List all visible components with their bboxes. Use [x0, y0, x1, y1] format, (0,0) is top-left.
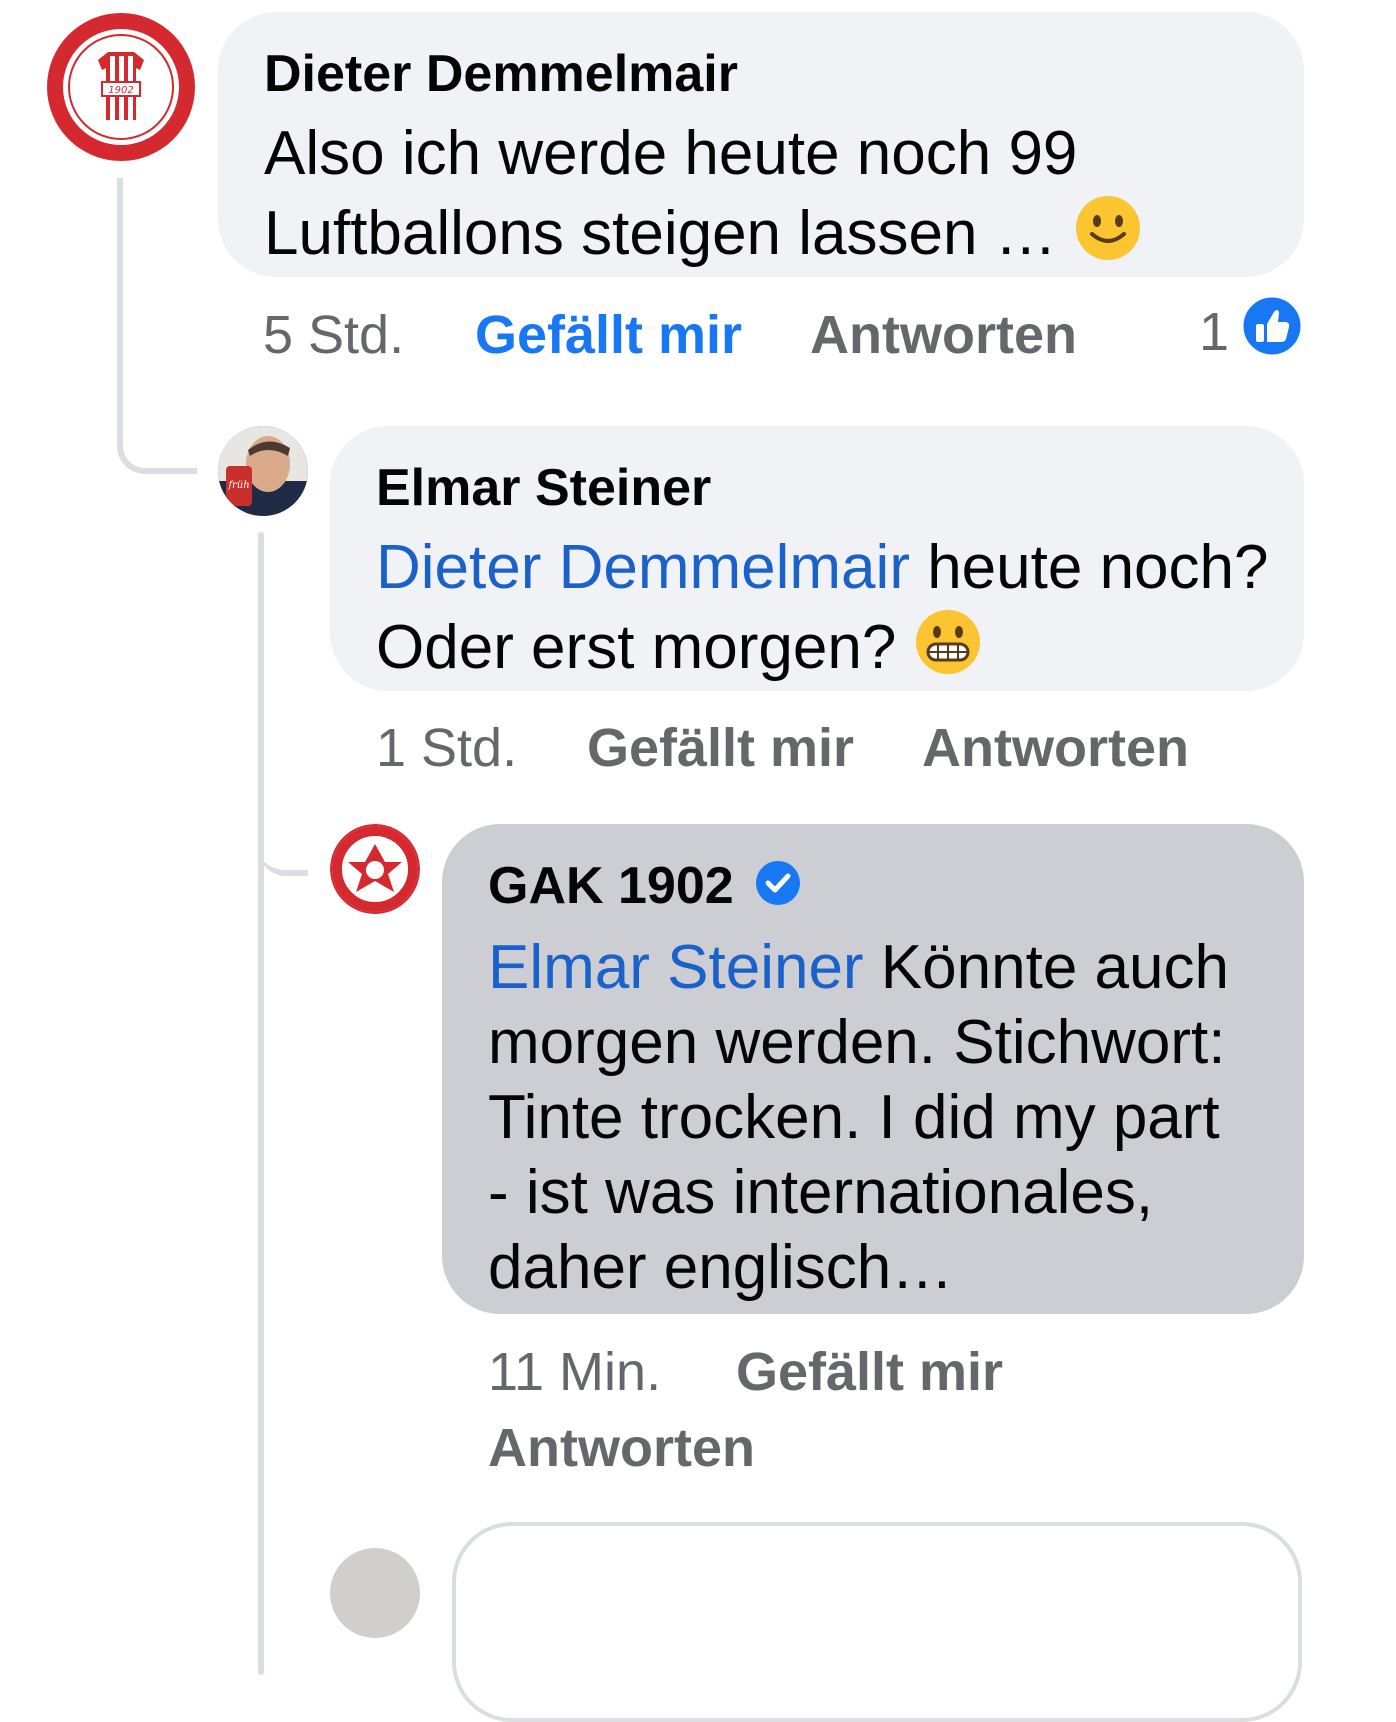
- comment-bubble: Elmar Steiner Dieter Demmelmair heute no…: [330, 426, 1304, 691]
- comment-text: Elmar Steiner Könnte auch morgen werden.…: [488, 933, 1229, 1302]
- comment-author[interactable]: GAK 1902: [488, 854, 1304, 922]
- comment-time[interactable]: 11 Min.: [488, 1342, 661, 1402]
- user-photo-icon: früh: [218, 426, 308, 516]
- like-button[interactable]: Gefällt mir: [736, 1342, 1003, 1402]
- reply-button[interactable]: Antworten: [810, 305, 1077, 365]
- svg-text:früh: früh: [227, 480, 249, 491]
- verified-badge-icon: [754, 858, 802, 922]
- comment-author[interactable]: Elmar Steiner: [376, 456, 1304, 520]
- comment-text: Dieter Demmelmair heute noch? Oder erst …: [376, 528, 1304, 696]
- like-button[interactable]: Gefällt mir: [475, 305, 742, 365]
- thread-connector-2: [258, 780, 308, 876]
- comment-bubble: Dieter Demmelmair Also ich werde heute n…: [218, 12, 1304, 277]
- avatar[interactable]: 1902: [46, 12, 196, 162]
- thread-connector-1: [117, 178, 197, 474]
- comment-time[interactable]: 5 Std.: [263, 305, 404, 365]
- reply-input[interactable]: [452, 1522, 1302, 1722]
- comment-actions: 5 Std.: [263, 305, 404, 365]
- comment-author[interactable]: Dieter Demmelmair: [264, 42, 1304, 106]
- comment-bubble-highlighted: GAK 1902 Elmar Steiner Könnte auch morge…: [442, 824, 1304, 1314]
- comment-text: Also ich werde heute noch 99 Luftballons…: [264, 114, 1304, 282]
- avatar[interactable]: früh: [218, 426, 308, 516]
- gak-club-logo-icon: [330, 824, 420, 914]
- thread-line-2: [258, 532, 264, 1675]
- comment-time[interactable]: 1 Std.: [376, 718, 517, 778]
- reaction-count[interactable]: 1: [1199, 302, 1229, 362]
- like-reaction-icon[interactable]: [1240, 294, 1304, 363]
- avatar[interactable]: [330, 824, 420, 914]
- slightly-smiling-face-icon: [1074, 194, 1142, 282]
- gak-hauptsponsor-badge-icon: 1902: [47, 13, 195, 161]
- svg-text:1902: 1902: [108, 85, 133, 96]
- mention-link[interactable]: Dieter Demmelmair: [376, 533, 910, 602]
- reply-button[interactable]: Antworten: [922, 718, 1189, 778]
- avatar: [330, 1548, 420, 1638]
- grimacing-face-icon: [914, 608, 982, 696]
- reply-button[interactable]: Antworten: [488, 1418, 755, 1478]
- mention-link[interactable]: Elmar Steiner: [488, 933, 864, 1002]
- like-button[interactable]: Gefällt mir: [587, 718, 854, 778]
